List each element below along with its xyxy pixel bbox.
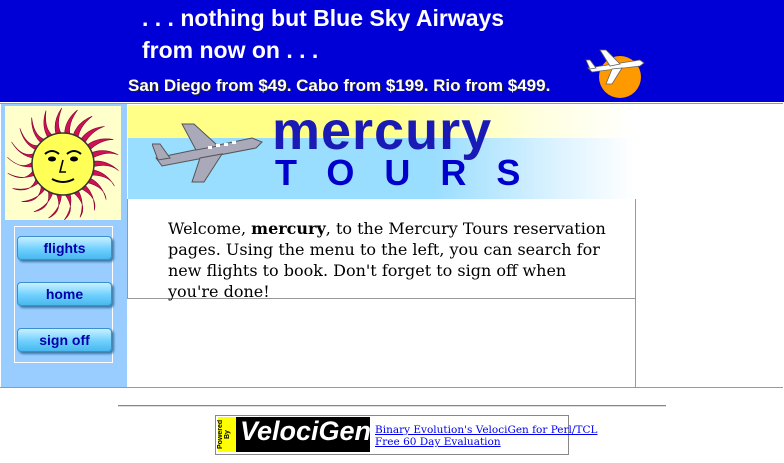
banner-promo-text: San Diego from $49. Cabo from $199. Rio … xyxy=(128,76,551,95)
plane-over-sun-icon xyxy=(585,49,645,98)
nav-sign-off-button[interactable]: sign off xyxy=(17,328,112,352)
sun-face-icon xyxy=(5,106,121,220)
welcome-prefix: Welcome, xyxy=(168,219,252,238)
velocigen-link[interactable]: Binary Evolution's VelociGen for Perl/TC… xyxy=(375,424,597,436)
free-evaluation-link[interactable]: Free 60 Day Evaluation xyxy=(375,436,501,448)
tours-logo-text: TOURS xyxy=(275,152,551,193)
nav-flights-button[interactable]: flights xyxy=(17,236,112,260)
welcome-message: Welcome, mercury, to the Mercury Tours r… xyxy=(168,218,608,302)
welcome-username: mercury xyxy=(251,219,326,238)
nav-home-button[interactable]: home xyxy=(17,282,112,306)
banner-tagline-line1: . . . nothing but Blue Sky Airways xyxy=(142,5,505,31)
airplane-icon xyxy=(152,123,263,183)
banner-tagline-line2: from now on . . . xyxy=(142,37,319,63)
powered-by-label: Powered By xyxy=(217,419,231,450)
footer-divider xyxy=(118,405,666,407)
velocigen-logo-text: VelociGen! xyxy=(240,416,381,446)
content-divider xyxy=(635,299,636,387)
